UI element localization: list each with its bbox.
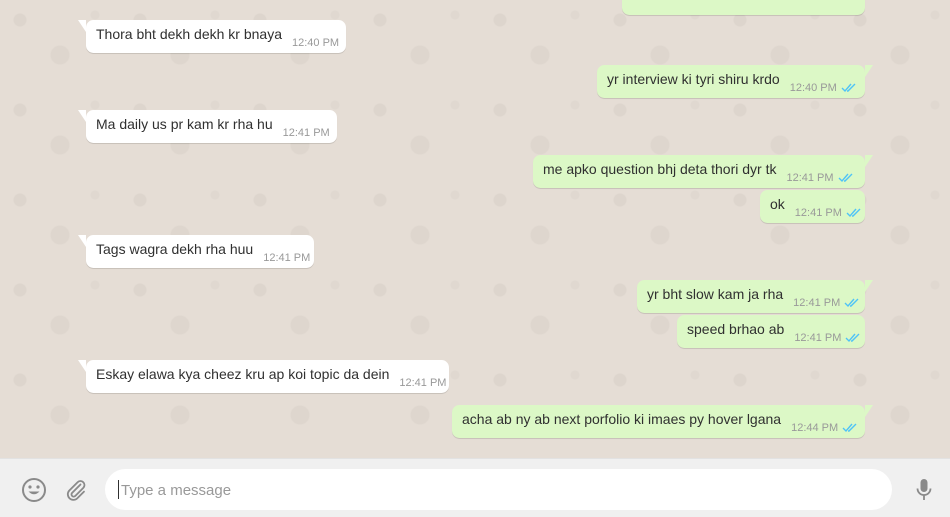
text-caret — [118, 480, 119, 499]
message-time: 12:41 PM — [793, 296, 841, 309]
message-text: Tags wagra dekh rha huu — [96, 240, 254, 257]
message-time: 12:41 PM — [786, 171, 834, 184]
message-text: yr bht slow kam ja rha — [647, 285, 784, 302]
read-receipt-icon — [844, 298, 859, 308]
message-bubble-out[interactable]: yr bht slow kam ja rha 12:41 PM — [637, 280, 873, 313]
read-receipt-icon — [842, 423, 857, 433]
message-meta: 12:40 PM — [292, 37, 339, 49]
message-bubble-out[interactable]: me apko question bhj deta thori dyr tk 1… — [533, 155, 873, 188]
message-time: 12:44 PM — [791, 421, 839, 434]
message-time: 12:41 PM — [794, 331, 842, 344]
message-meta: 12:41 PM — [283, 127, 330, 139]
message-bubble-out[interactable]: ok 12:41 PM — [760, 190, 865, 223]
smiley-icon — [22, 478, 46, 502]
message-time: 12:41 PM — [794, 206, 842, 219]
message-text: Eskay elawa kya cheez kru ap koi topic d… — [96, 365, 390, 382]
message-list[interactable]: Thora bht dekh dekh kr bnaya 12:40 PM yr… — [0, 0, 950, 458]
message-bubble-out[interactable]: speed brhao ab 12:41 PM — [677, 315, 865, 348]
message-bubble-out[interactable]: acha ab ny ab next porfolio ki imaes py … — [452, 405, 873, 438]
read-receipt-icon — [838, 173, 853, 183]
read-receipt-icon — [846, 208, 861, 218]
message-bubble-in[interactable]: Ma daily us pr kam kr rha hu 12:41 PM — [78, 110, 337, 143]
message-input[interactable] — [119, 469, 882, 512]
emoji-button[interactable] — [20, 476, 48, 504]
message-text: acha ab ny ab next porfolio ki imaes py … — [462, 410, 782, 427]
message-meta: 12:41 PM — [793, 297, 860, 309]
message-meta: 12:41 PM — [786, 172, 853, 184]
message-time: 12:40 PM — [292, 36, 340, 49]
message-text: Ma daily us pr kam kr rha hu — [96, 115, 273, 132]
message-time: 12:41 PM — [263, 251, 311, 264]
message-meta: 12:40 PM — [790, 82, 857, 94]
message-text: yr interview ki tyri shiru krdo — [607, 70, 780, 87]
message-text: ok — [770, 195, 785, 212]
message-meta: 12:44 PM — [791, 422, 858, 434]
read-receipt-icon — [841, 83, 856, 93]
message-time: 12:41 PM — [282, 126, 330, 139]
message-composer — [0, 458, 950, 517]
voice-message-button[interactable] — [910, 476, 938, 504]
attach-button[interactable] — [62, 476, 90, 504]
message-time: 12:40 PM — [789, 81, 837, 94]
message-text: Thora bht dekh dekh kr bnaya — [96, 25, 283, 42]
message-meta: 12:41 PM — [399, 377, 446, 389]
message-bubble-in[interactable]: Eskay elawa kya cheez kru ap koi topic d… — [78, 360, 449, 393]
message-input-container[interactable] — [105, 469, 892, 512]
message-meta: 12:41 PM — [794, 332, 861, 344]
message-bubble-in[interactable]: Thora bht dekh dekh kr bnaya 12:40 PM — [78, 20, 346, 53]
chat-window: Thora bht dekh dekh kr bnaya 12:40 PM yr… — [0, 0, 950, 517]
message-meta: 12:41 PM — [795, 207, 862, 219]
microphone-icon — [916, 479, 932, 500]
message-time: 12:41 PM — [399, 376, 447, 389]
message-bubble-out[interactable]: yr interview ki tyri shiru krdo 12:40 PM — [597, 65, 873, 98]
message-bubble-out-partial[interactable] — [622, 0, 865, 15]
message-text: speed brhao ab — [687, 320, 785, 337]
message-text: me apko question bhj deta thori dyr tk — [543, 160, 777, 177]
read-receipt-icon — [845, 333, 860, 343]
message-bubble-in[interactable]: Tags wagra dekh rha huu 12:41 PM — [78, 235, 314, 268]
message-meta: 12:41 PM — [263, 252, 310, 264]
paperclip-icon — [66, 480, 86, 501]
